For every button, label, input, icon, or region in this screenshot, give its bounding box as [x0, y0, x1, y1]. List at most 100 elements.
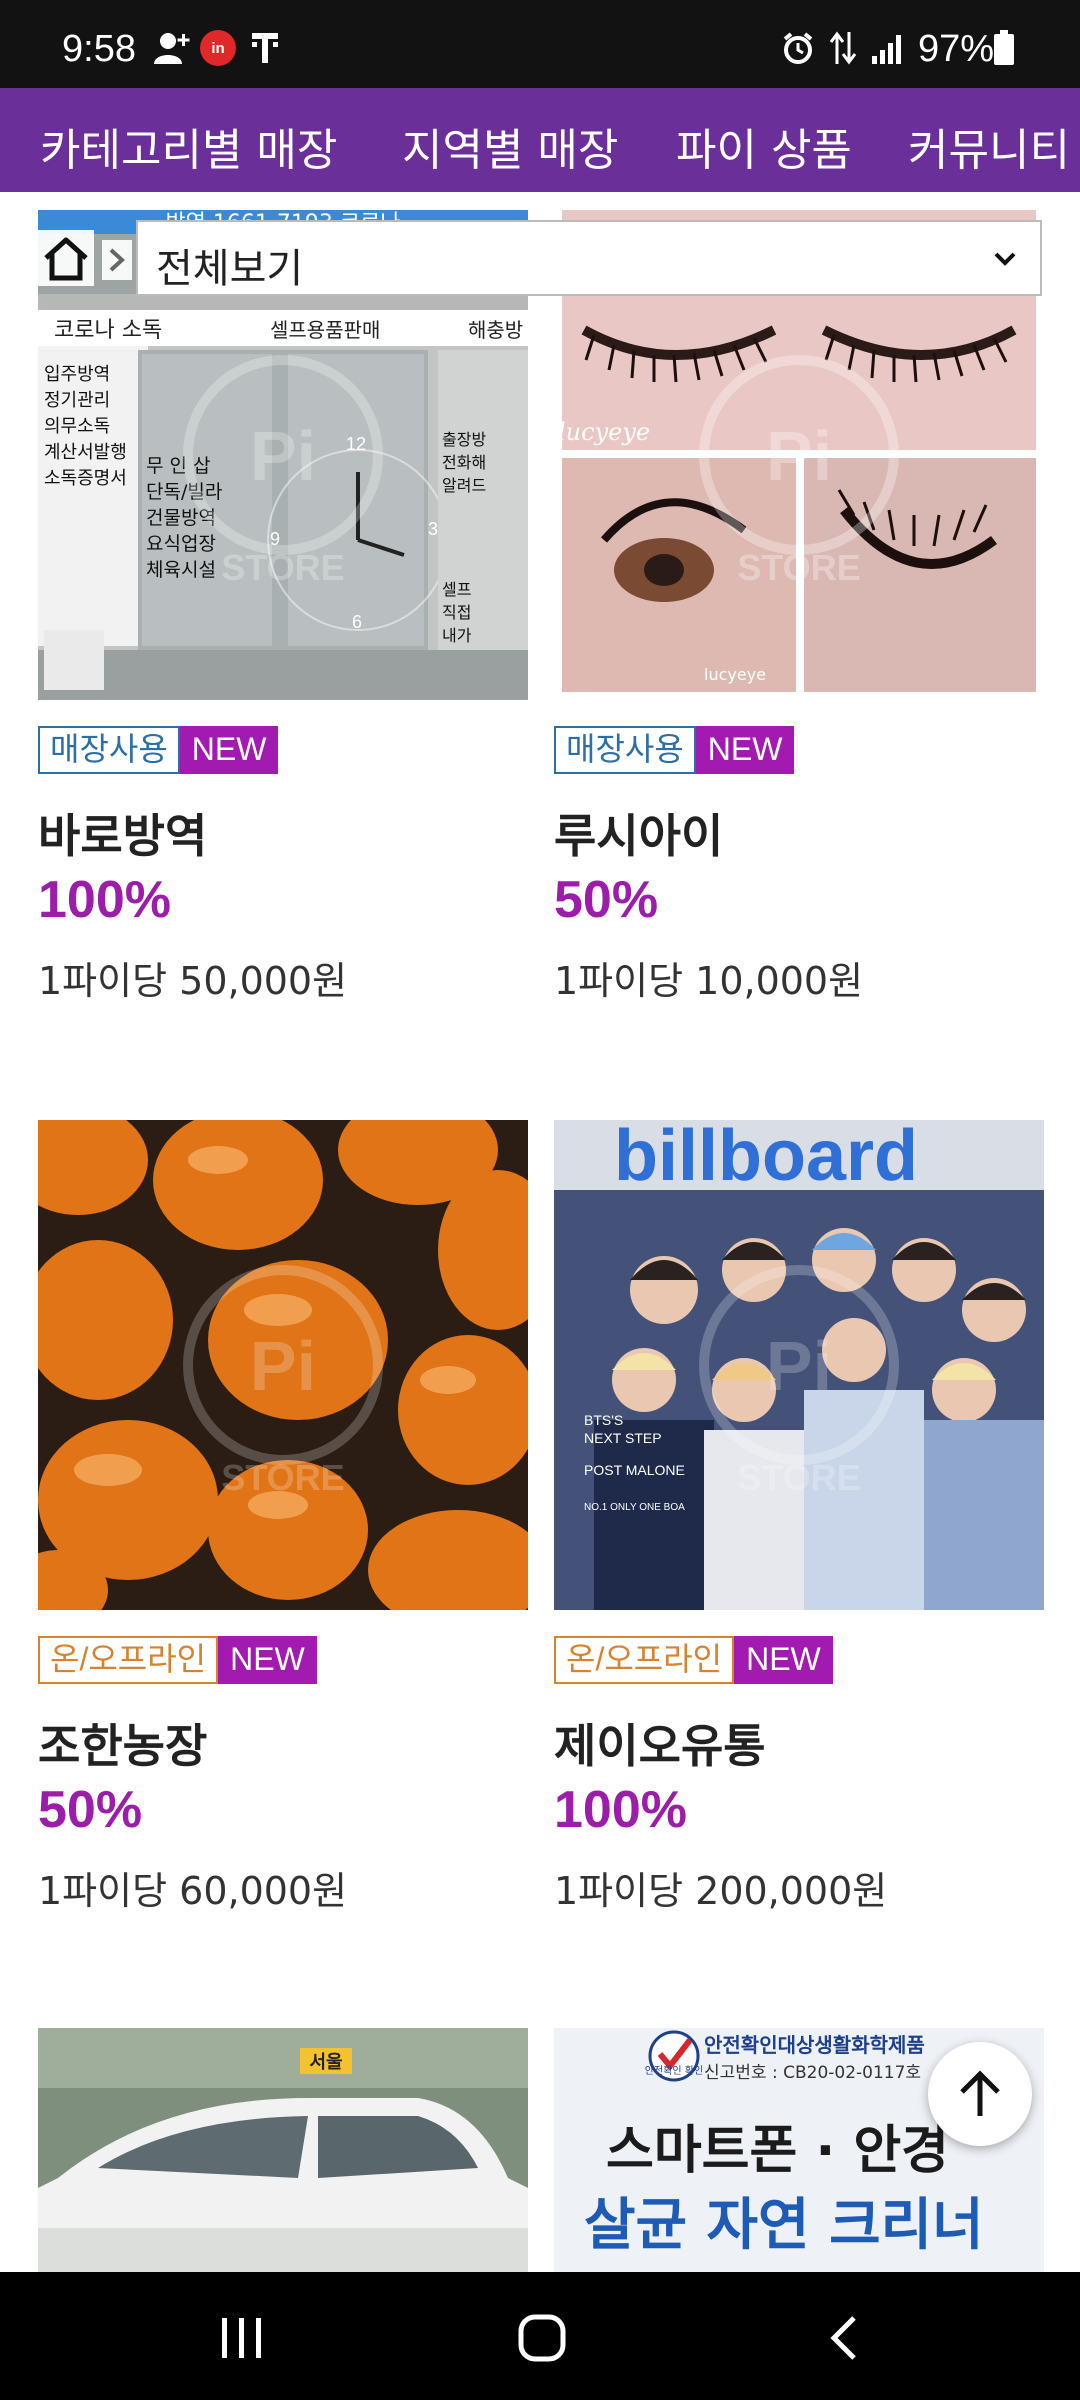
sign-text-1: 코로나 소독 — [54, 318, 162, 343]
store-filter-select[interactable]: 전체보기 — [136, 220, 1042, 296]
svg-text:내가: 내가 — [442, 626, 472, 645]
svg-text:12: 12 — [346, 434, 366, 454]
discount-percent: 100% — [554, 1781, 687, 1839]
home-nav-icon[interactable] — [518, 2314, 566, 2362]
home-icon — [44, 237, 88, 281]
usage-tag: 매장사용 — [38, 726, 180, 774]
discount-percent: 50% — [38, 1781, 143, 1839]
carrier-t-icon — [248, 30, 282, 66]
new-badge: NEW — [218, 1636, 317, 1684]
watermark-store: STORE — [221, 547, 344, 588]
new-badge: NEW — [695, 726, 795, 774]
watermark-pi: Pi — [250, 417, 316, 495]
status-bar: 9:58 in 97% — [0, 0, 1080, 88]
svg-text:직접: 직접 — [442, 603, 471, 622]
svg-text:billboard: billboard — [614, 1120, 918, 1196]
svg-text:Pi: Pi — [766, 1327, 832, 1405]
svg-text:의무소독: 의무소독 — [44, 416, 110, 437]
arrow-up-icon — [960, 2070, 1000, 2116]
select-value: 전체보기 — [156, 246, 304, 292]
svg-text:Pi: Pi — [250, 1327, 316, 1405]
magazine-text-2: NEXT STEP — [584, 1430, 662, 1446]
watermark-lucyeye: lucyeye — [558, 418, 650, 446]
new-badge: NEW — [734, 1636, 833, 1684]
svg-text:Pi: Pi — [766, 417, 832, 495]
store-name: 바로방역 — [38, 809, 208, 863]
price-per-pi: 1파이당 200,000원 — [554, 1869, 888, 1913]
price-per-pi: 1파이당 10,000원 — [554, 959, 864, 1003]
discount-percent: 50% — [554, 871, 659, 929]
back-icon[interactable] — [826, 2314, 862, 2362]
svg-text:정기관리: 정기관리 — [44, 390, 110, 411]
safety-badge: 안전확인 확인 — [645, 2065, 703, 2077]
svg-text:소독증명서: 소독증명서 — [44, 468, 127, 489]
person-add-icon — [150, 30, 194, 66]
store-card[interactable]: lucyeye lucyeye Pi STORE 매장사용 NEW 루시아이 5… — [554, 210, 1044, 1003]
store-name: 조한농장 — [38, 1719, 208, 1773]
usage-tag: 온/오프라인 — [554, 1636, 735, 1684]
store-card[interactable]: Pi STORE 온/오프라인 NEW 조한농장 50% 1파이당 60,000… — [38, 1120, 528, 1913]
alarm-icon — [780, 30, 816, 66]
svg-text:셀프: 셀프 — [442, 580, 471, 599]
system-nav-bar — [0, 2272, 1080, 2400]
tag-row: 매장사용 NEW — [554, 726, 795, 774]
magazine-text-1: BTS'S — [584, 1412, 623, 1428]
product-line-1: 스마트폰 · 안경 — [606, 2121, 949, 2181]
signal-icon — [870, 30, 906, 66]
store-image-persimmons[interactable]: Pi STORE — [38, 1120, 528, 1610]
svg-text:무 인 삽: 무 인 삽 — [146, 455, 211, 477]
new-badge: NEW — [179, 726, 279, 774]
scroll-to-top-button[interactable] — [928, 2042, 1032, 2146]
nav-item-region-stores[interactable]: 지역별 매장 — [402, 114, 618, 178]
tag-row: 온/오프라인 NEW — [38, 1636, 317, 1684]
svg-text:STORE: STORE — [221, 1457, 344, 1498]
store-name: 루시아이 — [554, 809, 724, 863]
recent-apps-icon[interactable] — [218, 2316, 266, 2360]
chevron-right-icon — [109, 248, 125, 272]
taxi-sign: 서울 — [309, 2052, 342, 2073]
svg-text:STORE: STORE — [737, 1457, 860, 1498]
svg-text:출장방: 출장방 — [442, 430, 486, 449]
store-image-taxi[interactable]: 서울 — [38, 2028, 528, 2272]
discount-percent: 100% — [38, 871, 171, 929]
svg-text:6: 6 — [352, 612, 362, 632]
data-arrows-icon — [826, 30, 860, 66]
status-time: 9:58 — [62, 28, 136, 70]
svg-text:입주방역: 입주방역 — [44, 364, 110, 385]
price-per-pi: 1파이당 50,000원 — [38, 959, 348, 1003]
watermark-lucyeye-small: lucyeye — [704, 665, 766, 684]
store-card[interactable]: 서울 — [38, 2028, 528, 2272]
nav-item-pi-products[interactable]: 파이 상품 — [676, 114, 852, 178]
magazine-text-4: NO.1 ONLY ONE BOA — [584, 1502, 685, 1513]
svg-text:in: in — [211, 40, 224, 57]
breadcrumb-separator — [102, 240, 132, 280]
store-card[interactable]: 방역 1661-7193 코로나 코로나 소독 셀프용품판매 해충방 입주방역 … — [38, 210, 528, 1003]
tag-row: 매장사용 NEW — [38, 726, 279, 774]
category-nav: 카테고리별 매장 지역별 매장 파이 상품 커뮤니티 — [0, 88, 1080, 192]
usage-tag: 온/오프라인 — [38, 1636, 219, 1684]
nav-item-category-stores[interactable]: 카테고리별 매장 — [40, 114, 337, 178]
tag-row: 온/오프라인 NEW — [554, 1636, 833, 1684]
product-line-2: 살균 자연 크리너 — [584, 2193, 984, 2258]
svg-text:STORE: STORE — [737, 547, 860, 588]
battery-icon — [992, 30, 1016, 66]
notification-app-icon: in — [198, 30, 238, 66]
svg-text:3: 3 — [428, 519, 438, 539]
store-image-magazine[interactable]: billboard BTS'S NEXT STEP POST MALONE NO… — [554, 1120, 1044, 1610]
nav-item-community[interactable]: 커뮤니티 — [908, 114, 1070, 178]
store-card[interactable]: billboard BTS'S NEXT STEP POST MALONE NO… — [554, 1120, 1044, 1913]
svg-text:계산서발행: 계산서발행 — [44, 442, 127, 463]
svg-text:전화해: 전화해 — [442, 453, 486, 472]
svg-text:알려드: 알려드 — [442, 476, 486, 495]
sign-text-3: 해충방 — [468, 318, 523, 342]
price-per-pi: 1파이당 60,000원 — [38, 1869, 348, 1913]
magazine-text-3: POST MALONE — [584, 1462, 685, 1478]
svg-text:단독/빌라: 단독/빌라 — [146, 481, 222, 503]
store-name: 제이오유통 — [554, 1719, 766, 1773]
battery-percent: 97% — [918, 28, 995, 70]
home-button[interactable] — [38, 230, 94, 286]
cert-text: 안전확인대상생활화학제품 — [704, 2033, 925, 2057]
usage-tag: 매장사용 — [554, 726, 696, 774]
chevron-down-icon — [994, 252, 1016, 266]
svg-text:요식업장: 요식업장 — [146, 533, 216, 555]
